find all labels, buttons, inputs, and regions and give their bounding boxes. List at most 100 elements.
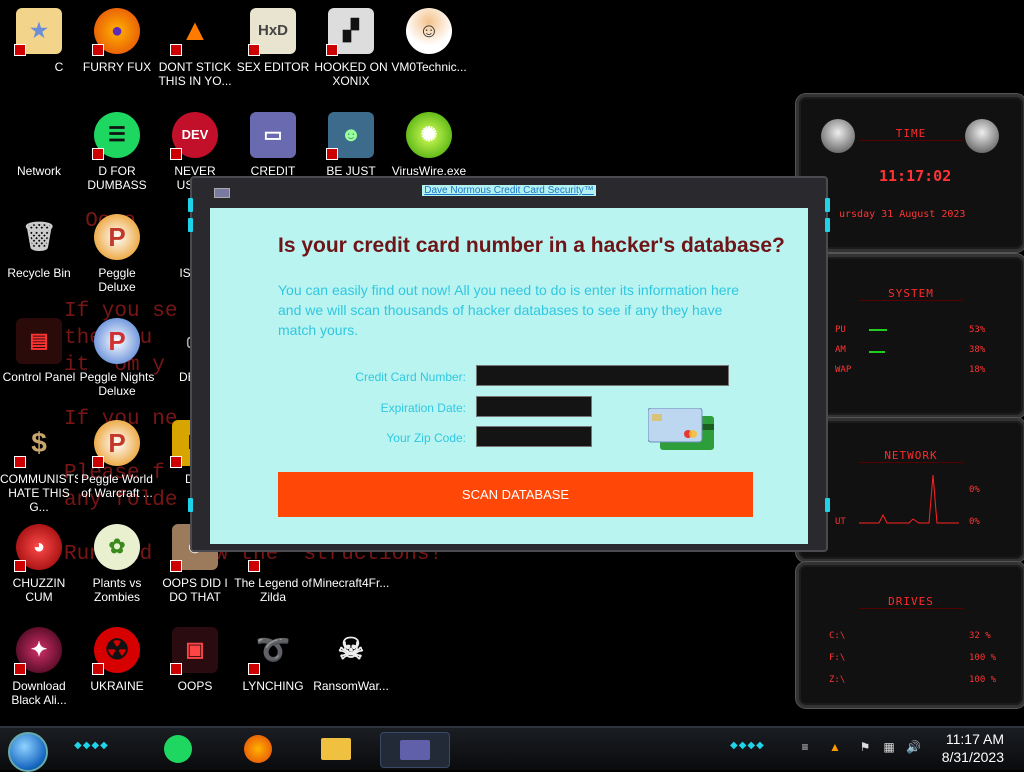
green-speech-icon: ☰ [92, 112, 140, 160]
credit-cards-icon [648, 408, 714, 450]
desktop-icon-label: Minecraft4Fr... [312, 576, 390, 590]
alien-head-icon [821, 119, 855, 153]
desktop-icon-label: UKRAINE [90, 679, 144, 693]
widget-title: TIME [859, 127, 963, 141]
control-panel-icon: ▤ [16, 318, 62, 364]
desktop-icon-vm0technic[interactable]: ☺ VM0Technic... [390, 8, 468, 74]
network-row-value: 0% [969, 517, 980, 527]
desktop-icon-label: DONT STICK THIS IN YO... [158, 60, 232, 88]
taskbar-app-credit-card[interactable] [380, 732, 450, 768]
desktop-icon-label: C [54, 60, 64, 74]
desktop-icon-chuzzin[interactable]: ◕ CHUZZIN CUM [0, 524, 78, 604]
desktop-icon-network[interactable]: Network [0, 112, 78, 178]
lime-icon: ✺ [406, 112, 452, 158]
pvz-icon: ✿ [94, 524, 140, 570]
peggle-nights-icon: P [94, 318, 140, 364]
scan-database-button[interactable]: SCAN DATABASE [278, 472, 753, 517]
widget-title: DRIVES [859, 595, 963, 609]
desktop-icon-label: The Legend of Zilda [234, 576, 312, 604]
tray-app-icon[interactable]: ▲ [828, 740, 842, 754]
network-graph [859, 474, 959, 524]
desktop-icon-recycle-bin[interactable]: 🗑 Recycle Bin [0, 214, 78, 281]
zip-field[interactable] [476, 426, 592, 447]
desktop-icon-label: Control Panel [2, 370, 76, 384]
alien-head-icon [965, 119, 999, 153]
desktop-icon-label: Network [16, 164, 61, 178]
desktop-icon-label: Peggle World of Warcraft ... [81, 472, 153, 500]
desktop-icon-d-for-dumbass[interactable]: ☰ D FOR DUMBASS [78, 112, 156, 192]
file-explorer-icon [321, 738, 351, 760]
taskbar-app-spotify[interactable] [160, 732, 196, 766]
desktop-icon-label: D FOR DUMBASS [87, 164, 147, 192]
taskbar-decoration: ◆◆◆◆ [730, 740, 765, 751]
desktop-icon-label: OOPS [177, 679, 213, 693]
network-row-value: 0% [969, 485, 980, 495]
system-row-name: PU [835, 325, 846, 335]
desktop-icon-peggle-deluxe[interactable]: P Peggle Deluxe [78, 214, 156, 294]
desktop-icon-label: RansomWar... [313, 679, 389, 693]
firefox-icon [244, 735, 272, 763]
desktop-icon-oops[interactable]: ▣ OOPS [156, 627, 234, 693]
frame-accent [825, 498, 830, 512]
desktop-icon-viruswire[interactable]: ✺ VirusWire.exe [390, 112, 468, 178]
show-hidden-icons[interactable]: ≡ [798, 740, 812, 754]
desktop-icon-lynching[interactable]: ➰ LYNCHING [234, 627, 312, 694]
system-row-value: 53% [969, 325, 986, 335]
desktop-icon-label: Recycle Bin [7, 266, 71, 280]
desktop-icon-label: LYNCHING [242, 679, 304, 693]
widget-date: ursday 31 August 2023 [839, 209, 966, 220]
desktop-icon-peggle-wow[interactable]: P Peggle World of Warcraft ... [78, 420, 156, 500]
system-widget: SYSTEM PU 53% AM 38% WAP 18% [796, 254, 1024, 418]
card-number-label: Credit Card Number: [355, 370, 466, 384]
peggle-icon: P [94, 214, 140, 260]
credit-card-security-window: Dave Normous Credit Card Security™ Is yo… [188, 176, 830, 552]
start-button[interactable] [8, 732, 48, 772]
card-number-input[interactable] [481, 368, 724, 383]
black-alien-icon: ✦ [14, 627, 62, 675]
firefox-icon: ● [92, 8, 140, 56]
frame-accent [825, 218, 830, 232]
taskbar-clock[interactable]: 11:17 AM 8/31/2023 [942, 730, 1004, 766]
desktop-icon-label: FURRY FUX [82, 60, 152, 74]
system-row-name: WAP [835, 365, 852, 375]
zip-label: Your Zip Code: [386, 431, 466, 445]
card-number-field[interactable] [476, 365, 729, 386]
taskbar: ◆◆◆◆ ◆◆◆◆ ≡ ▲ ⚑ ▦ 🔊 11:17 AM 8/31/2023 [0, 726, 1024, 772]
desktop-icon-black-alien[interactable]: ✦ Download Black Ali... [0, 627, 78, 707]
drive-row-name: F:\ [829, 653, 846, 663]
network-icon [16, 112, 62, 158]
elf-icon: ☻ [326, 112, 374, 160]
page-heading: Is your credit card number in a hacker's… [278, 234, 785, 257]
desktop-icon-label: Download Black Ali... [11, 679, 67, 707]
desktop-icon-furry-fux[interactable]: ● FURRY FUX [78, 8, 156, 74]
network-row-name: UT [835, 517, 846, 527]
radiation-icon: ☢ [92, 627, 140, 675]
credit-card-icon [400, 740, 430, 760]
network-icon[interactable]: ▦ [882, 740, 896, 754]
desktop-icon-hooked-on-xonix[interactable]: ▞ HOOKED ON XONIX [312, 8, 390, 88]
green-speech-icon [164, 735, 192, 763]
flag-icon[interactable]: ⚑ [858, 740, 872, 754]
credit-card-icon: ▭ [250, 112, 296, 158]
peggle-wow-icon: P [92, 420, 140, 468]
desktop-icon-pvz[interactable]: ✿ Plants vs Zombies [78, 524, 156, 604]
doctor-icon: ☺ [406, 8, 452, 54]
desktop-icon-dont-stick[interactable]: ▲ DONT STICK THIS IN YO... [156, 8, 234, 89]
desktop-icon-ransomware[interactable]: ☠ RansomWar... [312, 627, 390, 694]
window-titlebar[interactable]: Dave Normous Credit Card Security™ [192, 178, 826, 202]
desktop-icon-label: COMMUNISTS HATE THIS G... [0, 472, 78, 514]
desktop-icon-peggle-nights[interactable]: P Peggle Nights Deluxe [78, 318, 156, 398]
window-title: Dave Normous Credit Card Security™ [422, 185, 596, 196]
desktop-icon-control-panel[interactable]: ▤ Control Panel [0, 318, 78, 384]
expiration-input[interactable] [481, 399, 587, 414]
taskbar-app-file-explorer[interactable] [318, 732, 354, 766]
expiration-field[interactable] [476, 396, 592, 417]
drive-row-name: C:\ [829, 631, 846, 641]
desktop-icon-communists[interactable]: $ COMMUNISTS HATE THIS G... [0, 420, 78, 515]
desktop-icon-ukraine[interactable]: ☢ UKRAINE [78, 627, 156, 693]
desktop-icon-sex-editor[interactable]: HxD SEX EDITOR [234, 8, 312, 74]
zip-input[interactable] [481, 429, 587, 444]
desktop-icon-star[interactable]: ★ C [0, 8, 78, 74]
taskbar-app-firefox[interactable] [240, 732, 276, 766]
volume-icon[interactable]: 🔊 [906, 740, 921, 754]
